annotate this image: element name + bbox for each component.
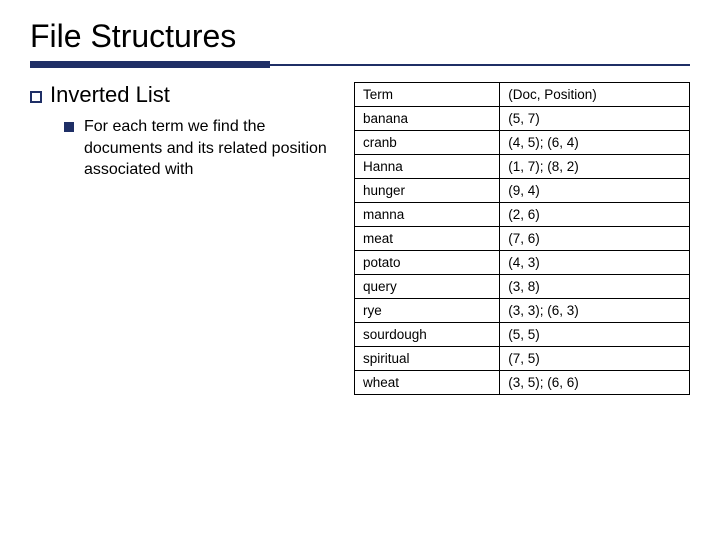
sub-item-text: For each term we find the documents and … [84, 116, 340, 181]
cell-term: wheat [355, 371, 500, 395]
cell-position: (2, 6) [500, 203, 690, 227]
cell-term: spiritual [355, 347, 500, 371]
table-row: rye(3, 3); (6, 3) [355, 299, 690, 323]
cell-term: query [355, 275, 500, 299]
filled-square-bullet-icon [64, 122, 74, 132]
cell-term: manna [355, 203, 500, 227]
cell-position: (1, 7); (8, 2) [500, 155, 690, 179]
table-row: Hanna(1, 7); (8, 2) [355, 155, 690, 179]
cell-position: (3, 5); (6, 6) [500, 371, 690, 395]
table-row: meat(7, 6) [355, 227, 690, 251]
table-row: potato(4, 3) [355, 251, 690, 275]
cell-position: (9, 4) [500, 179, 690, 203]
cell-position: (3, 8) [500, 275, 690, 299]
section-heading-text: Inverted List [50, 82, 170, 108]
table-row: banana(5, 7) [355, 107, 690, 131]
inverted-list-table: Term (Doc, Position) banana(5, 7)cranb(4… [354, 82, 690, 395]
cell-position: (4, 3) [500, 251, 690, 275]
cell-position: (5, 5) [500, 323, 690, 347]
page-title: File Structures [30, 18, 690, 55]
cell-term: banana [355, 107, 500, 131]
cell-position: (7, 6) [500, 227, 690, 251]
cell-term: hunger [355, 179, 500, 203]
header-position: (Doc, Position) [500, 83, 690, 107]
cell-position: (4, 5); (6, 4) [500, 131, 690, 155]
cell-term: rye [355, 299, 500, 323]
table-row: hunger(9, 4) [355, 179, 690, 203]
cell-position: (3, 3); (6, 3) [500, 299, 690, 323]
cell-position: (7, 5) [500, 347, 690, 371]
sub-item: For each term we find the documents and … [64, 116, 340, 181]
cell-term: sourdough [355, 323, 500, 347]
table-row: sourdough(5, 5) [355, 323, 690, 347]
cell-term: cranb [355, 131, 500, 155]
title-underline [30, 61, 690, 68]
cell-term: potato [355, 251, 500, 275]
table-row: cranb(4, 5); (6, 4) [355, 131, 690, 155]
section-heading: Inverted List [30, 82, 340, 108]
header-term: Term [355, 83, 500, 107]
cell-term: meat [355, 227, 500, 251]
cell-term: Hanna [355, 155, 500, 179]
table-row: manna(2, 6) [355, 203, 690, 227]
table-header-row: Term (Doc, Position) [355, 83, 690, 107]
open-square-bullet-icon [30, 91, 42, 103]
cell-position: (5, 7) [500, 107, 690, 131]
table-row: query(3, 8) [355, 275, 690, 299]
table-row: wheat(3, 5); (6, 6) [355, 371, 690, 395]
table-row: spiritual(7, 5) [355, 347, 690, 371]
